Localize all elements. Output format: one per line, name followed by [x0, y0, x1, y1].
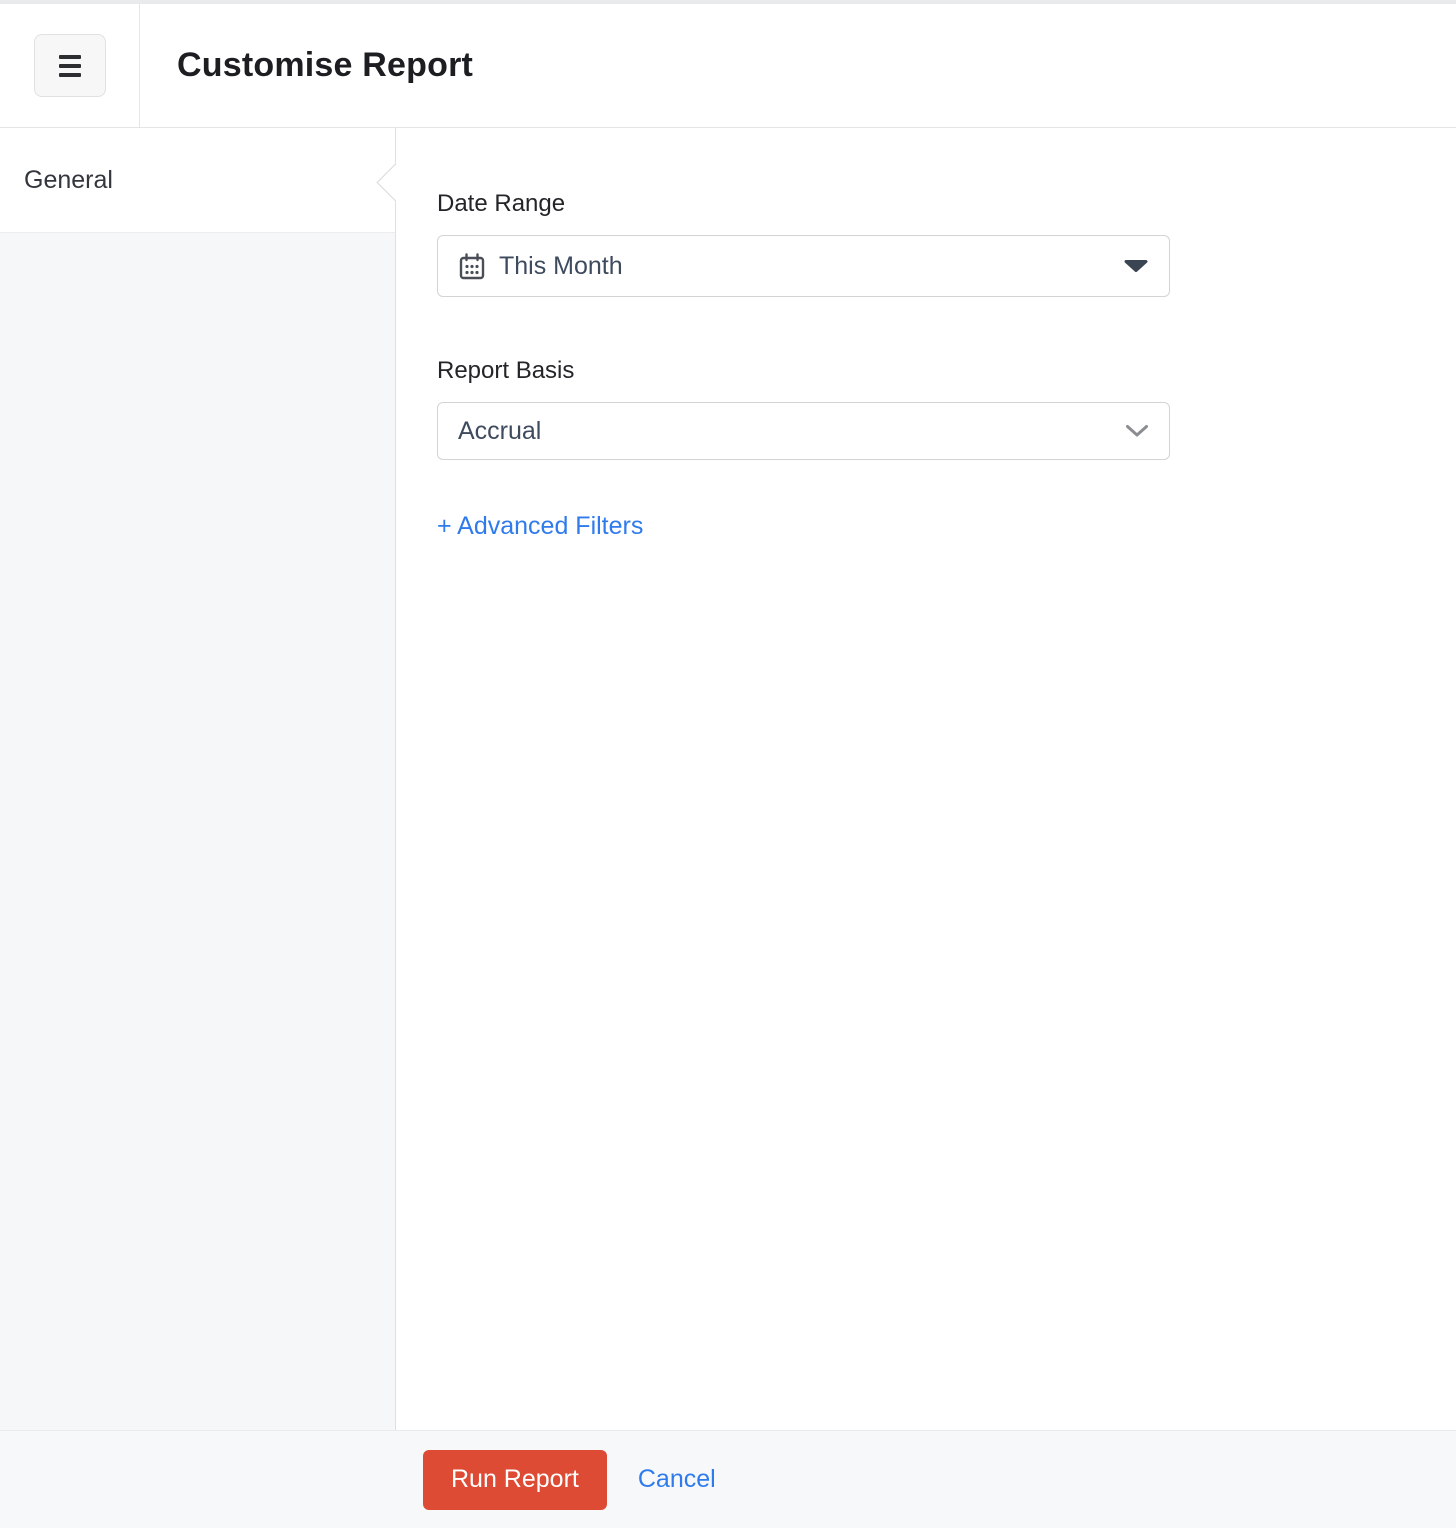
calendar-icon [458, 252, 486, 280]
cancel-link[interactable]: Cancel [638, 1465, 716, 1494]
report-basis-value: Accrual [458, 417, 541, 446]
chevron-down-icon [1125, 424, 1149, 438]
caret-down-icon [1123, 259, 1149, 273]
footer-bar: Run Report Cancel [0, 1430, 1456, 1528]
report-basis-label: Report Basis [437, 357, 1456, 385]
date-range-value: This Month [499, 252, 623, 281]
report-basis-select[interactable]: Accrual [437, 402, 1170, 460]
content-area: General Date Range This Month [0, 128, 1456, 1430]
date-range-select[interactable]: This Month [437, 235, 1170, 297]
main-panel: Date Range This Month [396, 128, 1456, 1430]
page-title: Customise Report [140, 4, 473, 127]
date-range-label: Date Range [437, 190, 1456, 218]
run-report-button[interactable]: Run Report [423, 1450, 607, 1510]
header-menu-area [0, 4, 140, 127]
sidebar: General [0, 128, 396, 1430]
header: Customise Report [0, 4, 1456, 128]
sidebar-item-general[interactable]: General [0, 128, 395, 233]
hamburger-menu-button[interactable] [34, 34, 106, 97]
sidebar-item-label: General [24, 166, 113, 195]
advanced-filters-link[interactable]: + Advanced Filters [437, 512, 643, 541]
hamburger-menu-icon [59, 55, 81, 77]
